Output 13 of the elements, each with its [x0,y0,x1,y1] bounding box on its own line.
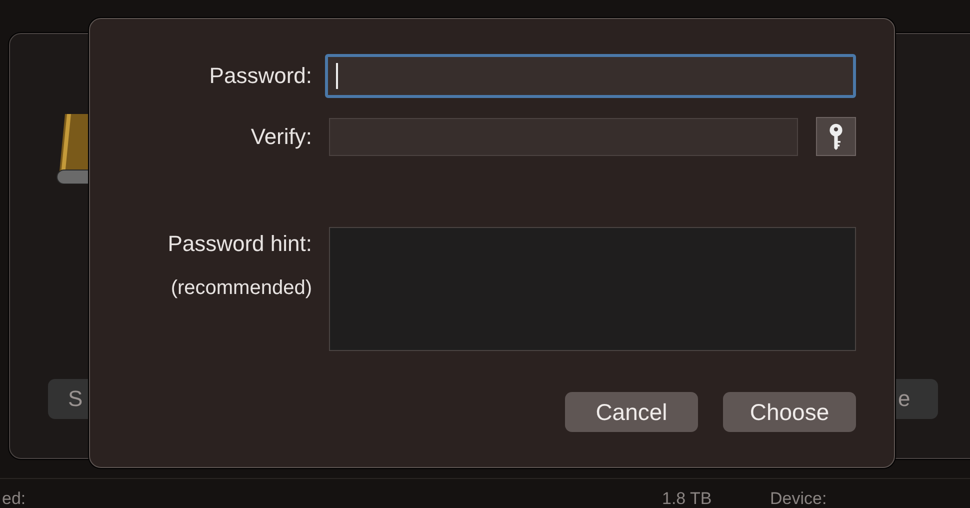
footer-text: Device: [770,489,827,508]
choose-button[interactable]: Choose [723,392,856,432]
field-label: Password: [208,63,312,89]
hint-label: Password hint: [168,231,312,257]
footer-text: ed: [2,489,26,508]
password-field[interactable] [329,118,798,156]
field-label: Verify: [250,124,312,150]
hint-field[interactable] [329,227,856,351]
hint-note: (recommended) [170,277,312,300]
key-icon[interactable] [816,117,856,156]
password-field[interactable] [325,54,856,98]
footer-text: 1.8 TB [662,489,712,508]
cancel-button[interactable]: Cancel [565,392,698,432]
